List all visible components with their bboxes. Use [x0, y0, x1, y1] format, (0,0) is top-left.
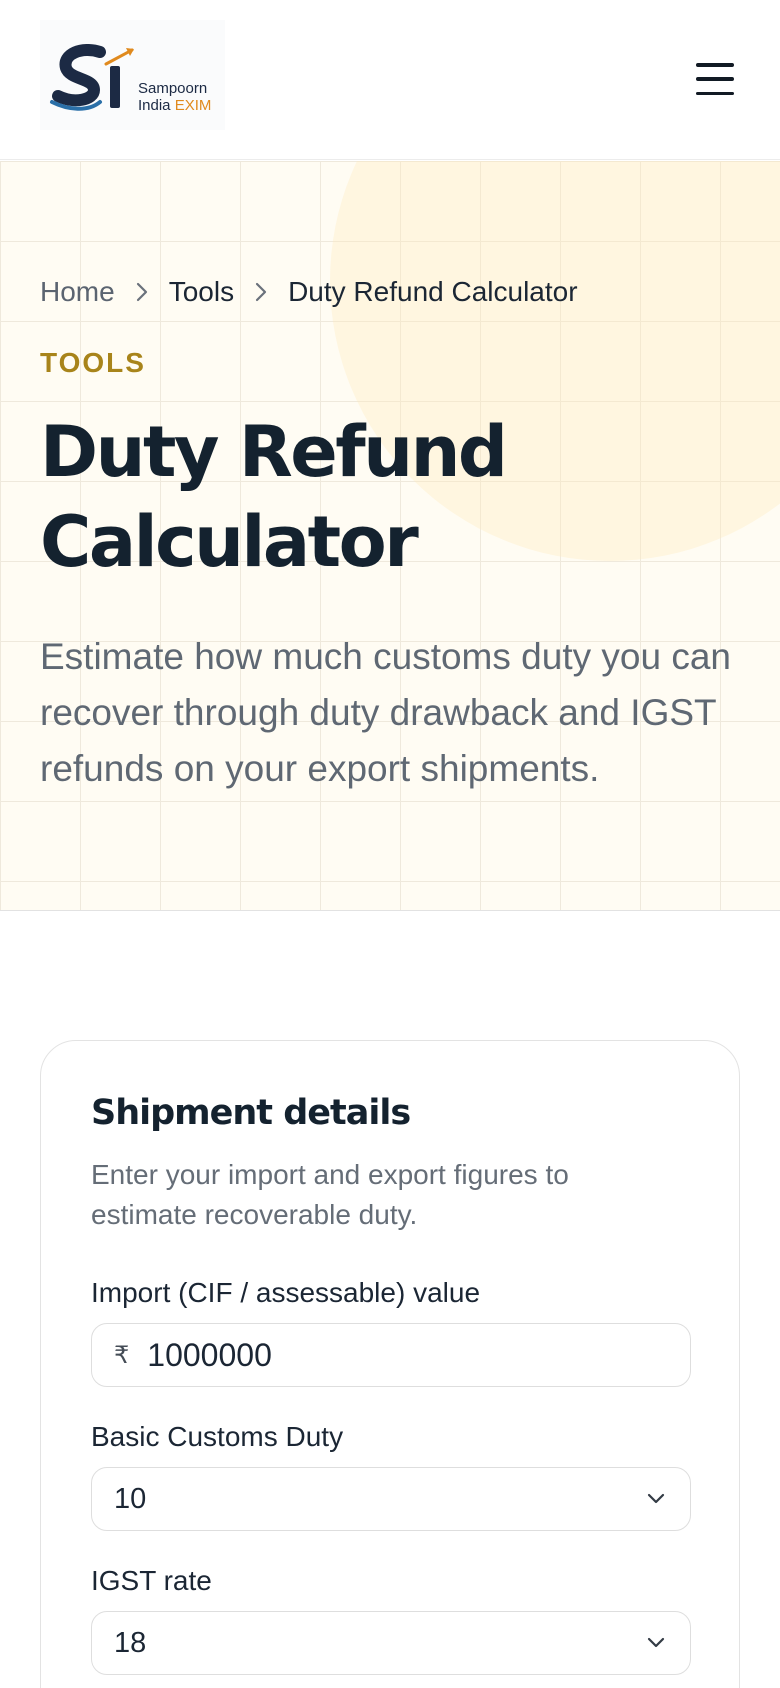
import-value-input[interactable]: ₹ 1000000: [91, 1323, 691, 1387]
page-subtitle: Estimate how much customs duty you can r…: [40, 636, 731, 789]
import-value-label: Import (CIF / assessable) value: [91, 1277, 481, 1308]
menu-bar: [696, 77, 734, 81]
menu-bar: [696, 91, 734, 95]
hamburger-menu-icon[interactable]: [692, 56, 738, 102]
basic-customs-duty-select[interactable]: 10: [91, 1467, 691, 1531]
brand-logo[interactable]: Sampoorn India EXIM: [40, 20, 225, 130]
page-title: Duty Refund Calculator: [40, 411, 508, 583]
hero-section: Home Tools Duty Refund Calculator TOOLS …: [0, 161, 780, 911]
logo-mark-icon: [50, 44, 134, 111]
card-title: Shipment details: [91, 1093, 411, 1133]
import-value-text: 1000000: [147, 1336, 272, 1373]
igst-rate-label: IGST rate: [91, 1565, 212, 1596]
breadcrumb-home-link[interactable]: Home: [40, 275, 115, 309]
breadcrumb: Home Tools Duty Refund Calculator: [40, 275, 578, 309]
brand-name-india: India: [138, 97, 171, 114]
chevron-right-icon: [135, 281, 149, 303]
basic-customs-duty-label: Basic Customs Duty: [91, 1421, 344, 1452]
chevron-down-icon: [647, 1493, 665, 1504]
brand-name: Sampoorn India EXIM: [138, 80, 211, 114]
breadcrumb-current: Duty Refund Calculator: [288, 276, 578, 307]
brand-name-line2: India EXIM: [138, 97, 211, 114]
breadcrumb-tools-link[interactable]: Tools: [169, 275, 234, 309]
chevron-right-icon: [254, 281, 268, 303]
brand-name-line1: Sampoorn: [138, 80, 208, 97]
menu-bar: [696, 63, 734, 67]
igst-rate-select[interactable]: 18: [91, 1611, 691, 1675]
rupee-icon: ₹: [114, 1341, 130, 1369]
card-subtitle: Enter your import and export figures to …: [91, 1159, 569, 1230]
igst-rate-value: 18: [114, 1626, 147, 1659]
shipment-details-card: Shipment details Enter your import and e…: [40, 1040, 740, 1688]
section-eyebrow: TOOLS: [40, 347, 146, 378]
chevron-down-icon: [647, 1637, 665, 1648]
site-header: Sampoorn India EXIM: [0, 0, 780, 160]
brand-name-exim: EXIM: [174, 97, 212, 114]
basic-customs-duty-value: 10: [114, 1482, 147, 1515]
